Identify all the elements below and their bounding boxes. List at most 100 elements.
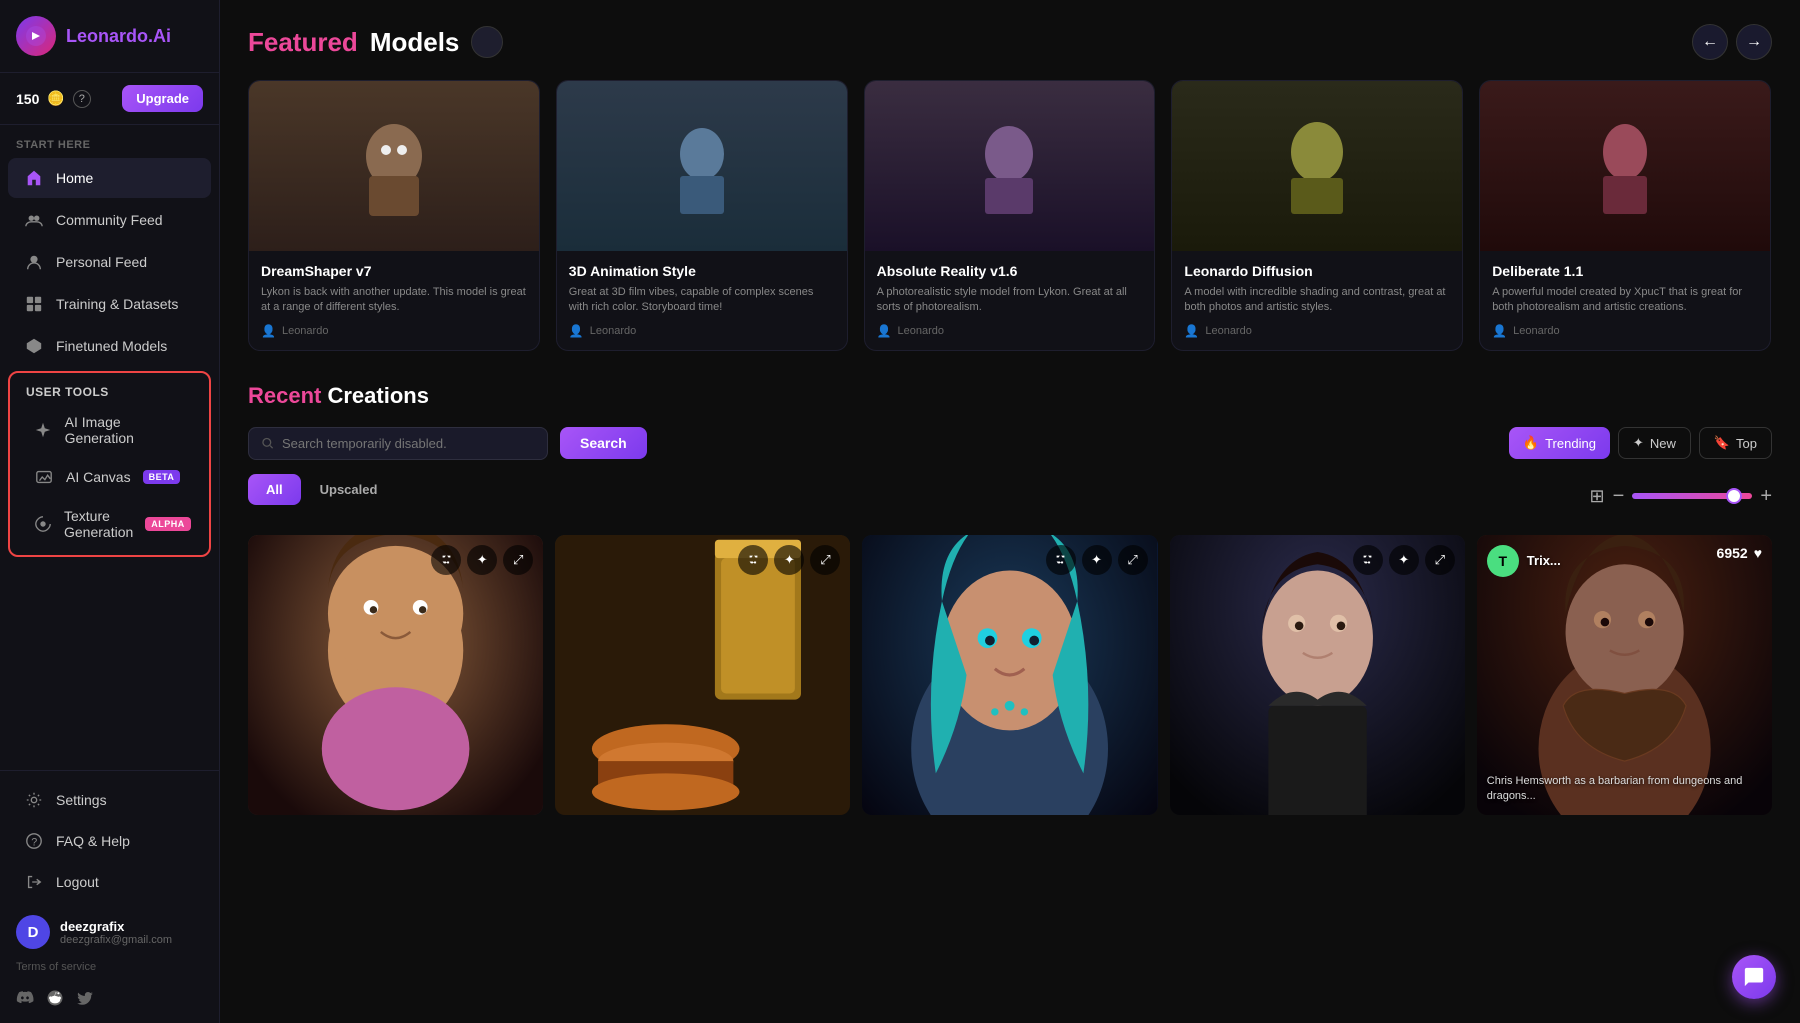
remix-btn-1[interactable]	[738, 545, 768, 575]
sidebar-item-ai-image[interactable]: AI Image Generation	[18, 404, 201, 456]
expand-btn-0[interactable]: ⤢	[503, 545, 533, 575]
model-name-0: DreamShaper v7	[261, 263, 527, 279]
size-slider[interactable]	[1632, 493, 1752, 499]
ai-image-label: AI Image Generation	[65, 414, 185, 446]
slider-thumb	[1726, 488, 1742, 504]
remix-btn-2[interactable]	[1046, 545, 1076, 575]
model-desc-0: Lykon is back with another update. This …	[261, 285, 527, 316]
sidebar-logo[interactable]: Leonardo.Ai	[0, 0, 219, 73]
sidebar-item-training[interactable]: Training & Datasets	[8, 284, 211, 324]
twitter-icon[interactable]	[76, 989, 94, 1011]
sidebar-item-finetuned[interactable]: Finetuned Models	[8, 326, 211, 366]
sidebar-item-personal-feed[interactable]: Personal Feed	[8, 242, 211, 282]
featured-highlight: Featured	[248, 27, 358, 58]
author-icon-4: 👤	[1492, 324, 1507, 338]
plus-icon[interactable]: +	[1760, 485, 1772, 508]
gallery-user-info: T Trix...	[1487, 545, 1561, 577]
expand-btn-2[interactable]: ⤢	[1118, 545, 1148, 575]
gallery-image-4	[1477, 535, 1772, 815]
beta-badge: BETA	[143, 470, 181, 484]
model-desc-1: Great at 3D film vibes, capable of compl…	[569, 285, 835, 316]
wand-btn-2[interactable]: ✦	[1082, 545, 1112, 575]
reddit-icon[interactable]	[46, 989, 64, 1011]
filter-upscaled[interactable]: Upscaled	[301, 474, 397, 505]
author-icon-2: 👤	[877, 324, 892, 338]
remix-btn-0[interactable]	[431, 545, 461, 575]
gallery-item-2[interactable]: ✦ ⤢	[862, 535, 1157, 815]
filter-all[interactable]: All	[248, 474, 301, 505]
top-icon: 🔖	[1714, 435, 1730, 451]
recent-header: Recent Creations	[248, 383, 1772, 409]
sidebar-item-settings[interactable]: Settings	[8, 780, 211, 820]
gallery-item-3[interactable]: ✦ ⤢	[1170, 535, 1465, 815]
trending-icon: 🔥	[1523, 435, 1539, 451]
model-card-4[interactable]: Deliberate 1.1 A powerful model created …	[1479, 80, 1771, 351]
gallery-overlay-3: ✦ ⤢	[1170, 535, 1465, 585]
wand-btn-1[interactable]: ✦	[774, 545, 804, 575]
model-image-3	[1172, 81, 1462, 251]
search-input-wrapper	[248, 427, 548, 460]
upgrade-button[interactable]: Upgrade	[122, 85, 203, 112]
model-desc-4: A powerful model created by XpucT that i…	[1492, 285, 1758, 316]
sidebar-user: D deezgrafix deezgrafix@gmail.com	[0, 903, 219, 961]
prev-arrow[interactable]: ←	[1692, 24, 1728, 60]
remix-btn-3[interactable]	[1353, 545, 1383, 575]
featured-title: Featured Models	[248, 26, 503, 58]
model-card-0[interactable]: DreamShaper v7 Lykon is back with anothe…	[248, 80, 540, 351]
discord-icon[interactable]	[16, 989, 34, 1011]
user-tools-section: User Tools AI Image Generation AI Canvas…	[8, 371, 211, 557]
model-author-4: 👤 Leonardo	[1492, 324, 1758, 338]
user-name: deezgrafix	[60, 919, 172, 934]
sidebar-bottom: Settings ? FAQ & Help Logout D	[0, 770, 219, 1023]
expand-btn-1[interactable]: ⤢	[810, 545, 840, 575]
sidebar-item-home[interactable]: Home	[8, 158, 211, 198]
wand-btn-0[interactable]: ✦	[467, 545, 497, 575]
next-arrow[interactable]: →	[1736, 24, 1772, 60]
minus-icon[interactable]: −	[1613, 485, 1625, 508]
terms-link[interactable]: Terms of service	[0, 961, 219, 981]
gallery-item-4[interactable]: T Trix... 6952 ♥ Chris Hemsworth as a ba…	[1477, 535, 1772, 815]
model-image-4	[1480, 81, 1770, 251]
user-tools-label: User Tools	[10, 377, 209, 403]
sidebar-item-logout[interactable]: Logout	[8, 862, 211, 902]
sidebar-item-texture[interactable]: Texture Generation ALPHA	[18, 498, 201, 550]
ai-canvas-label: AI Canvas	[66, 469, 131, 485]
chat-bubble[interactable]	[1732, 955, 1776, 999]
gallery-username: Trix...	[1527, 553, 1561, 568]
gallery-item-0[interactable]: ✦ ⤢	[248, 535, 543, 815]
texture-icon	[34, 514, 52, 534]
model-desc-3: A model with incredible shading and cont…	[1184, 285, 1450, 316]
wand-btn-3[interactable]: ✦	[1389, 545, 1419, 575]
top-sort-btn[interactable]: 🔖 Top	[1699, 427, 1772, 459]
logo-text: Leonardo.Ai	[66, 26, 171, 47]
texture-label: Texture Generation	[64, 508, 133, 540]
main-content: Featured Models ← → DreamShaper v7 Lykon…	[220, 0, 1800, 1023]
home-icon	[24, 168, 44, 188]
model-card-2[interactable]: Absolute Reality v1.6 A photorealistic s…	[864, 80, 1156, 351]
search-button[interactable]: Search	[560, 427, 647, 459]
expand-btn-3[interactable]: ⤢	[1425, 545, 1455, 575]
new-label: New	[1650, 436, 1676, 451]
search-input[interactable]	[282, 436, 535, 451]
sidebar-item-faq[interactable]: ? FAQ & Help	[8, 821, 211, 861]
help-button[interactable]: ?	[73, 90, 91, 108]
recent-title: Recent Creations	[248, 383, 429, 409]
grid-view-icon[interactable]: ⊞	[1590, 486, 1605, 507]
social-links	[0, 981, 219, 1023]
training-icon	[24, 294, 44, 314]
new-sort-btn[interactable]: ✦ New	[1618, 427, 1691, 459]
likes-count: 6952	[1717, 545, 1748, 561]
author-icon-3: 👤	[1184, 324, 1199, 338]
sidebar-item-ai-canvas[interactable]: AI Canvas BETA	[18, 457, 201, 497]
model-author-3: 👤 Leonardo	[1184, 324, 1450, 338]
gallery-user-avatar: T	[1487, 545, 1519, 577]
gallery-item-1[interactable]: ✦ ⤢	[555, 535, 850, 815]
ai-canvas-icon	[34, 467, 54, 487]
trending-sort-btn[interactable]: 🔥 Trending	[1509, 427, 1610, 459]
sidebar-item-community-feed[interactable]: Community Feed	[8, 200, 211, 240]
model-card-3[interactable]: Leonardo Diffusion A model with incredib…	[1171, 80, 1463, 351]
model-card-1[interactable]: 3D Animation Style Great at 3D film vibe…	[556, 80, 848, 351]
model-author-2: 👤 Leonardo	[877, 324, 1143, 338]
gallery-overlay-1: ✦ ⤢	[555, 535, 850, 585]
controls-row: All Upscaled ⊞ − +	[248, 474, 1772, 519]
